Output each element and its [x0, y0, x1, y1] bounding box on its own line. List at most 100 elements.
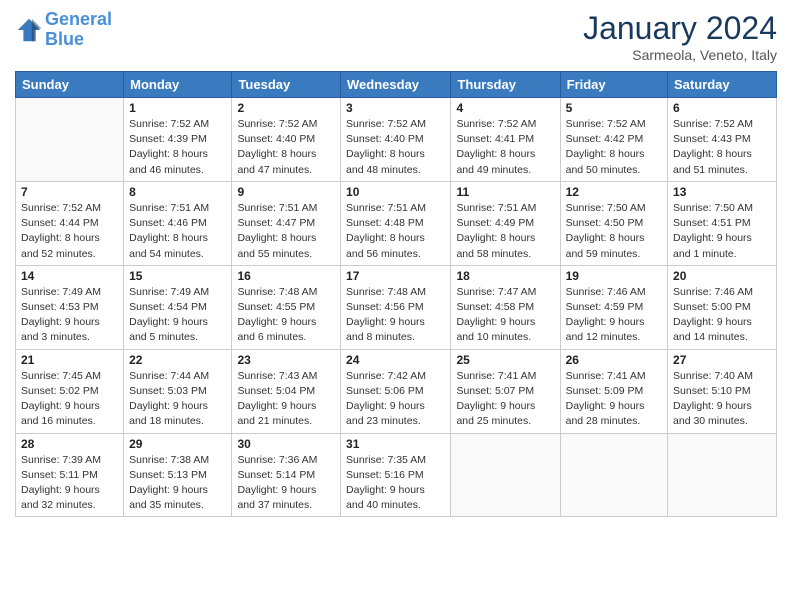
day-info: Sunrise: 7:51 AM Sunset: 4:47 PM Dayligh… — [237, 201, 335, 262]
day-number: 23 — [237, 353, 335, 367]
day-info: Sunrise: 7:52 AM Sunset: 4:42 PM Dayligh… — [566, 117, 662, 178]
week-row-3: 14 Sunrise: 7:49 AM Sunset: 4:53 PM Dayli… — [16, 265, 777, 349]
day-info: Sunrise: 7:42 AM Sunset: 5:06 PM Dayligh… — [346, 369, 445, 430]
calendar-cell — [668, 433, 777, 517]
calendar-cell: 5 Sunrise: 7:52 AM Sunset: 4:42 PM Daylig… — [560, 98, 667, 182]
day-info: Sunrise: 7:35 AM Sunset: 5:16 PM Dayligh… — [346, 453, 445, 514]
calendar-cell: 29 Sunrise: 7:38 AM Sunset: 5:13 PM Dayli… — [124, 433, 232, 517]
day-number: 9 — [237, 185, 335, 199]
day-info: Sunrise: 7:47 AM Sunset: 4:58 PM Dayligh… — [456, 285, 554, 346]
calendar-cell: 7 Sunrise: 7:52 AM Sunset: 4:44 PM Daylig… — [16, 181, 124, 265]
day-number: 2 — [237, 101, 335, 115]
calendar-cell: 17Sunrise: 7:48 AM Sunset: 4:56 PM Dayli… — [341, 265, 451, 349]
day-number: 3 — [346, 101, 445, 115]
day-number: 5 — [566, 101, 662, 115]
calendar-cell: 2 Sunrise: 7:52 AM Sunset: 4:40 PM Daylig… — [232, 98, 341, 182]
calendar-cell: 6Sunrise: 7:52 AM Sunset: 4:43 PM Daylig… — [668, 98, 777, 182]
page-header: General Blue January 2024 Sarmeola, Vene… — [15, 10, 777, 63]
calendar-cell: 9 Sunrise: 7:51 AM Sunset: 4:47 PM Daylig… — [232, 181, 341, 265]
calendar-cell: 3 Sunrise: 7:52 AM Sunset: 4:40 PM Daylig… — [341, 98, 451, 182]
calendar-cell: 15Sunrise: 7:49 AM Sunset: 4:54 PM Dayli… — [124, 265, 232, 349]
day-number: 30 — [237, 437, 335, 451]
day-number: 21 — [21, 353, 118, 367]
day-info: Sunrise: 7:52 AM Sunset: 4:44 PM Dayligh… — [21, 201, 118, 262]
day-number: 15 — [129, 269, 226, 283]
weekday-header-thursday: Thursday — [451, 72, 560, 98]
calendar-cell: 25 Sunrise: 7:41 AM Sunset: 5:07 PM Dayli… — [451, 349, 560, 433]
calendar-cell: 4 Sunrise: 7:52 AM Sunset: 4:41 PM Daylig… — [451, 98, 560, 182]
day-number: 4 — [456, 101, 554, 115]
day-number: 7 — [21, 185, 118, 199]
day-info: Sunrise: 7:36 AM Sunset: 5:14 PM Dayligh… — [237, 453, 335, 514]
day-number: 22 — [129, 353, 226, 367]
day-number: 14 — [21, 269, 118, 283]
week-row-5: 28Sunrise: 7:39 AM Sunset: 5:11 PM Dayli… — [16, 433, 777, 517]
day-info: Sunrise: 7:44 AM Sunset: 5:03 PM Dayligh… — [129, 369, 226, 430]
calendar-cell: 11 Sunrise: 7:51 AM Sunset: 4:49 PM Dayli… — [451, 181, 560, 265]
day-info: Sunrise: 7:52 AM Sunset: 4:43 PM Dayligh… — [673, 117, 771, 178]
day-info: Sunrise: 7:45 AM Sunset: 5:02 PM Dayligh… — [21, 369, 118, 430]
logo: General Blue — [15, 10, 112, 50]
logo-blue: Blue — [45, 29, 84, 49]
day-info: Sunrise: 7:51 AM Sunset: 4:48 PM Dayligh… — [346, 201, 445, 262]
calendar-cell: 30 Sunrise: 7:36 AM Sunset: 5:14 PM Dayli… — [232, 433, 341, 517]
day-info: Sunrise: 7:49 AM Sunset: 4:53 PM Dayligh… — [21, 285, 118, 346]
day-number: 16 — [237, 269, 335, 283]
weekday-header-monday: Monday — [124, 72, 232, 98]
day-number: 1 — [129, 101, 226, 115]
logo-icon — [15, 16, 43, 44]
week-row-4: 21 Sunrise: 7:45 AM Sunset: 5:02 PM Dayli… — [16, 349, 777, 433]
calendar-cell: 21 Sunrise: 7:45 AM Sunset: 5:02 PM Dayli… — [16, 349, 124, 433]
day-info: Sunrise: 7:50 AM Sunset: 4:51 PM Dayligh… — [673, 201, 771, 262]
weekday-header-tuesday: Tuesday — [232, 72, 341, 98]
day-number: 29 — [129, 437, 226, 451]
day-info: Sunrise: 7:48 AM Sunset: 4:56 PM Dayligh… — [346, 285, 445, 346]
calendar-cell: 20Sunrise: 7:46 AM Sunset: 5:00 PM Dayli… — [668, 265, 777, 349]
month-title: January 2024 — [583, 10, 777, 47]
page-container: General Blue January 2024 Sarmeola, Vene… — [0, 0, 792, 527]
calendar-cell: 23 Sunrise: 7:43 AM Sunset: 5:04 PM Dayli… — [232, 349, 341, 433]
day-info: Sunrise: 7:43 AM Sunset: 5:04 PM Dayligh… — [237, 369, 335, 430]
day-info: Sunrise: 7:50 AM Sunset: 4:50 PM Dayligh… — [566, 201, 662, 262]
weekday-header-saturday: Saturday — [668, 72, 777, 98]
logo-text: General Blue — [45, 10, 112, 50]
day-number: 13 — [673, 185, 771, 199]
day-number: 19 — [566, 269, 662, 283]
day-info: Sunrise: 7:51 AM Sunset: 4:49 PM Dayligh… — [456, 201, 554, 262]
day-number: 31 — [346, 437, 445, 451]
day-number: 11 — [456, 185, 554, 199]
calendar-cell: 14 Sunrise: 7:49 AM Sunset: 4:53 PM Dayli… — [16, 265, 124, 349]
calendar-cell: 1Sunrise: 7:52 AM Sunset: 4:39 PM Daylig… — [124, 98, 232, 182]
day-info: Sunrise: 7:48 AM Sunset: 4:55 PM Dayligh… — [237, 285, 335, 346]
day-info: Sunrise: 7:52 AM Sunset: 4:40 PM Dayligh… — [237, 117, 335, 178]
calendar-cell: 10 Sunrise: 7:51 AM Sunset: 4:48 PM Dayli… — [341, 181, 451, 265]
day-number: 25 — [456, 353, 554, 367]
day-number: 27 — [673, 353, 771, 367]
day-info: Sunrise: 7:51 AM Sunset: 4:46 PM Dayligh… — [129, 201, 226, 262]
calendar-cell: 27 Sunrise: 7:40 AM Sunset: 5:10 PM Dayli… — [668, 349, 777, 433]
day-number: 26 — [566, 353, 662, 367]
day-info: Sunrise: 7:40 AM Sunset: 5:10 PM Dayligh… — [673, 369, 771, 430]
calendar-cell — [560, 433, 667, 517]
weekday-header-friday: Friday — [560, 72, 667, 98]
calendar-cell: 24Sunrise: 7:42 AM Sunset: 5:06 PM Dayli… — [341, 349, 451, 433]
calendar-cell: 22 Sunrise: 7:44 AM Sunset: 5:03 PM Dayli… — [124, 349, 232, 433]
day-number: 20 — [673, 269, 771, 283]
day-info: Sunrise: 7:52 AM Sunset: 4:40 PM Dayligh… — [346, 117, 445, 178]
day-info: Sunrise: 7:39 AM Sunset: 5:11 PM Dayligh… — [21, 453, 118, 514]
day-number: 12 — [566, 185, 662, 199]
day-number: 18 — [456, 269, 554, 283]
calendar-cell: 8 Sunrise: 7:51 AM Sunset: 4:46 PM Daylig… — [124, 181, 232, 265]
day-info: Sunrise: 7:41 AM Sunset: 5:09 PM Dayligh… — [566, 369, 662, 430]
calendar-table: SundayMondayTuesdayWednesdayThursdayFrid… — [15, 71, 777, 517]
calendar-cell: 18 Sunrise: 7:47 AM Sunset: 4:58 PM Dayli… — [451, 265, 560, 349]
day-info: Sunrise: 7:38 AM Sunset: 5:13 PM Dayligh… — [129, 453, 226, 514]
weekday-header-sunday: Sunday — [16, 72, 124, 98]
day-number: 8 — [129, 185, 226, 199]
title-block: January 2024 Sarmeola, Veneto, Italy — [583, 10, 777, 63]
day-info: Sunrise: 7:52 AM Sunset: 4:41 PM Dayligh… — [456, 117, 554, 178]
week-row-1: 1Sunrise: 7:52 AM Sunset: 4:39 PM Daylig… — [16, 98, 777, 182]
day-number: 10 — [346, 185, 445, 199]
day-info: Sunrise: 7:41 AM Sunset: 5:07 PM Dayligh… — [456, 369, 554, 430]
calendar-cell: 12 Sunrise: 7:50 AM Sunset: 4:50 PM Dayli… — [560, 181, 667, 265]
